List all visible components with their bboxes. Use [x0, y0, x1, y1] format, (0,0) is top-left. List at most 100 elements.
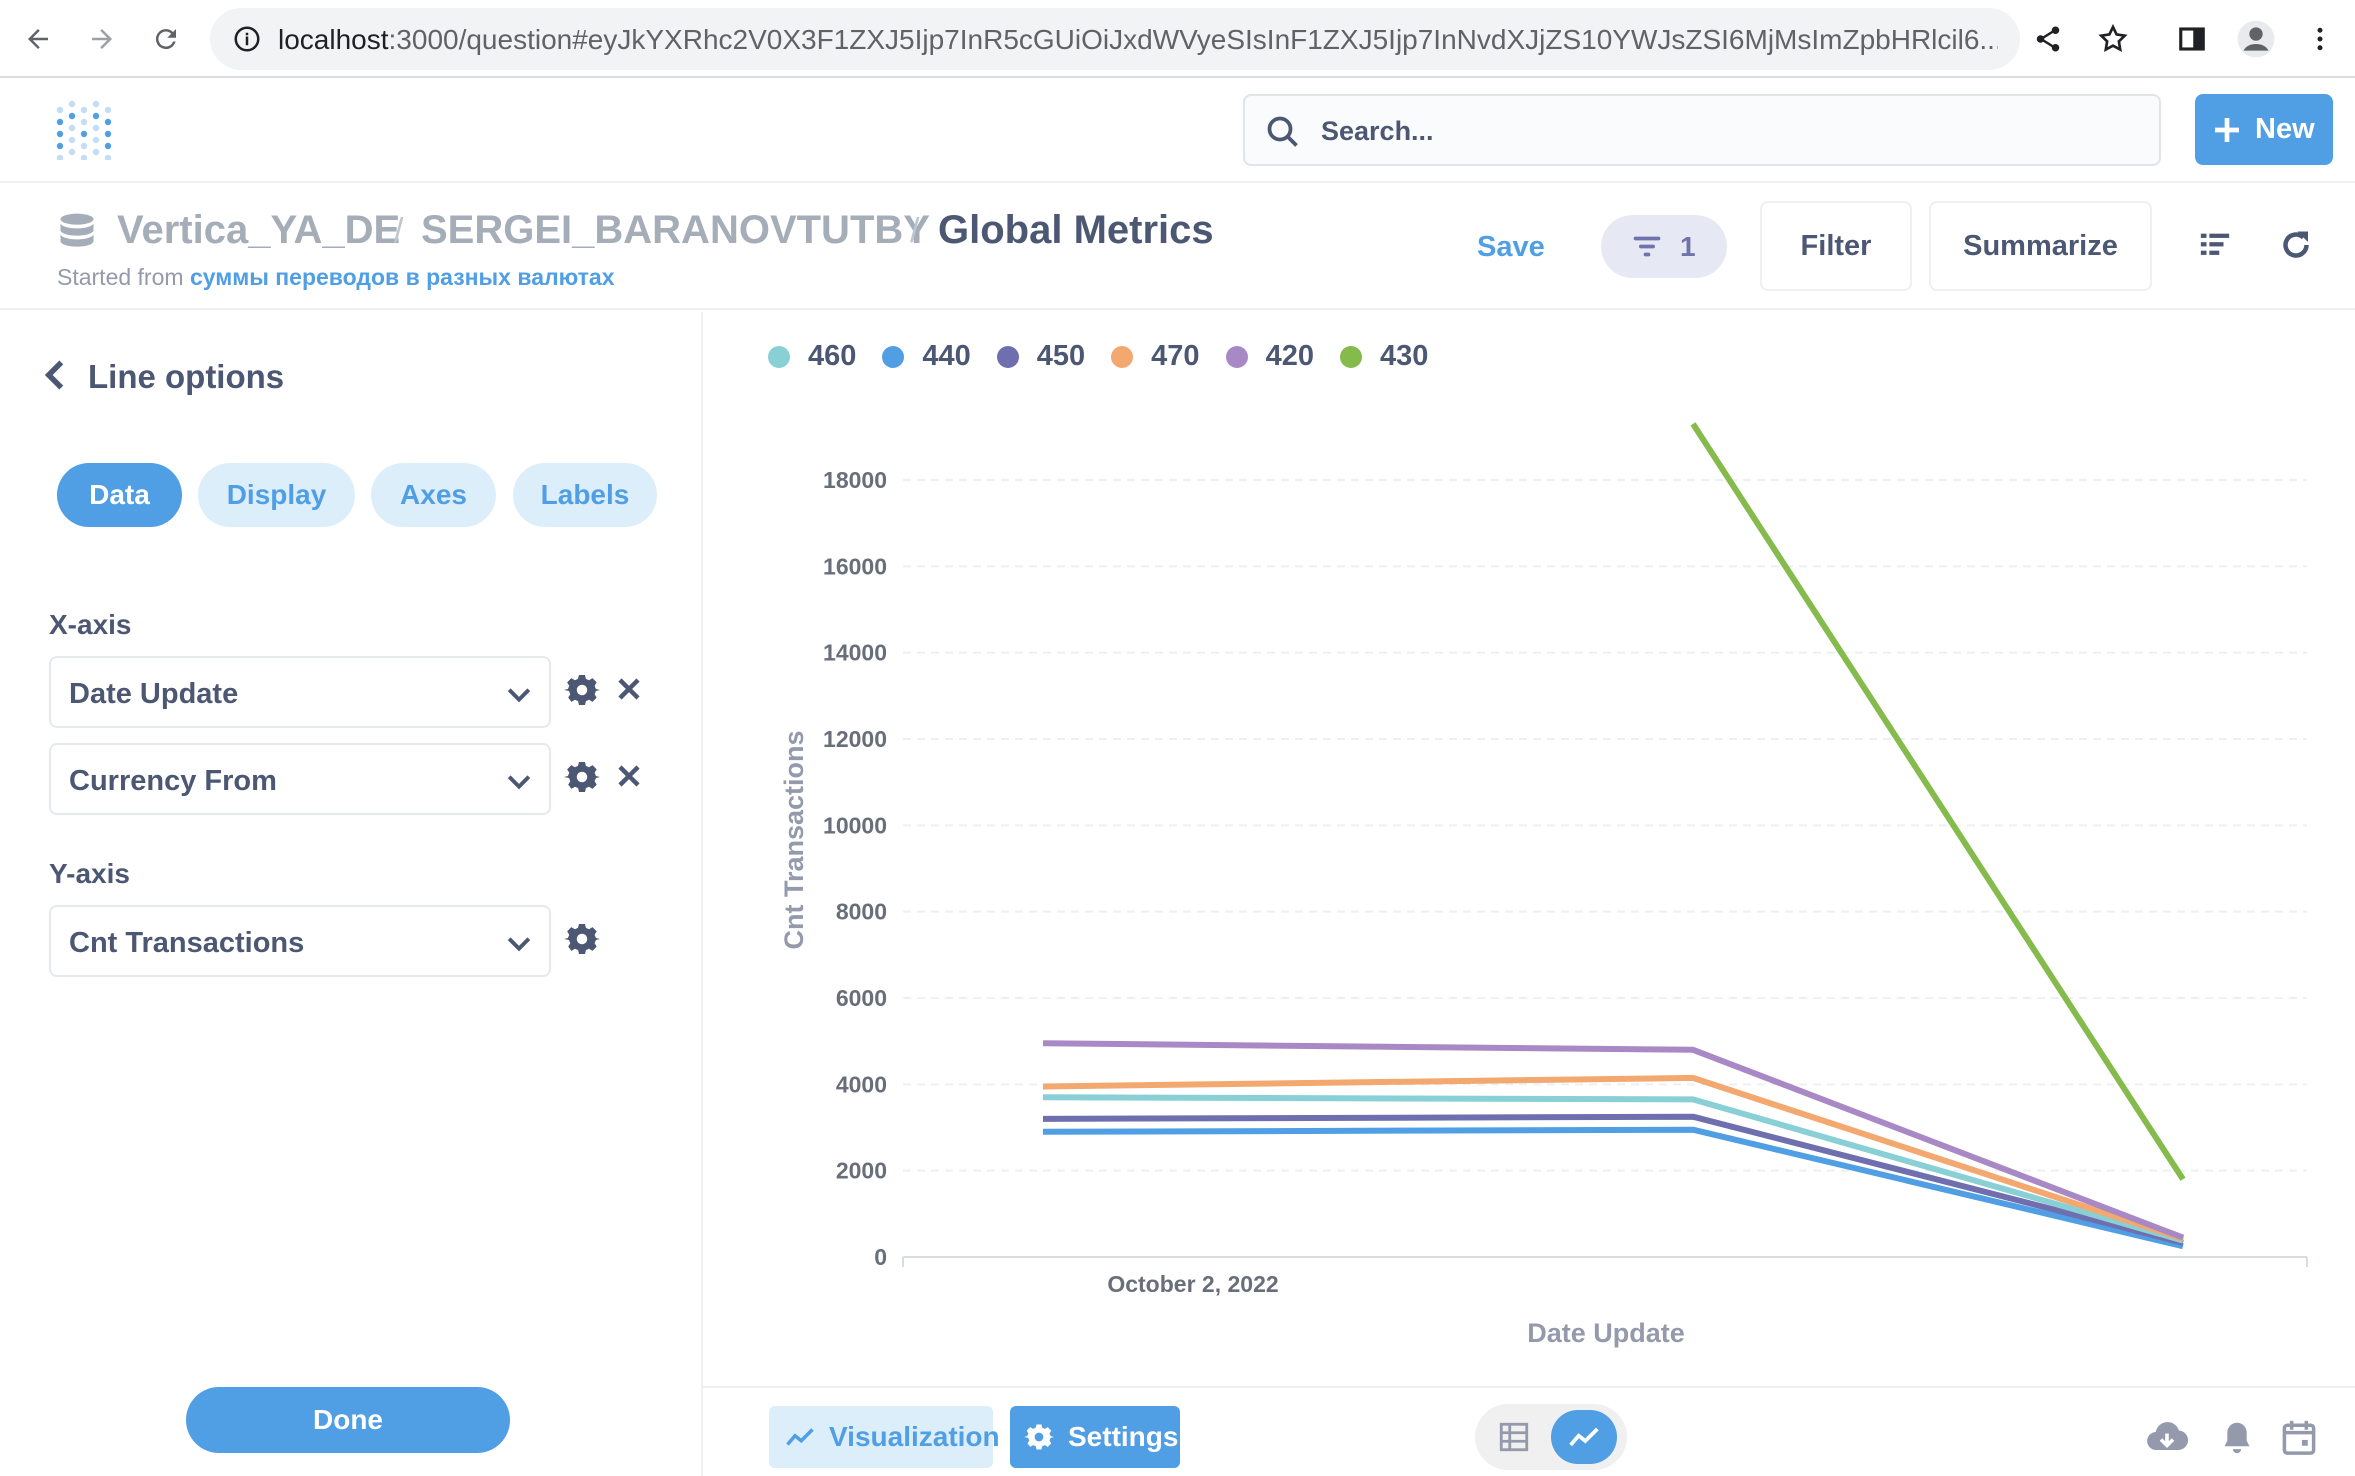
x-axis-field-value: Currency From — [69, 765, 277, 797]
legend-dot — [1225, 345, 1248, 368]
chart-series-lines — [1042, 422, 2186, 1250]
breadcrumb-separator: / — [394, 212, 404, 250]
browser-toolbar: localhost:3000/question#eyJkYXRhc2V0X3F1… — [0, 0, 2355, 78]
legend-label: 420 — [1265, 340, 1314, 372]
side-panel-icon[interactable] — [2170, 17, 2214, 61]
plus-icon — [2211, 114, 2243, 154]
filter-count: 1 — [1680, 231, 1696, 262]
browser-menu-icon[interactable] — [2298, 17, 2342, 61]
legend-label: 460 — [808, 340, 857, 372]
new-button-label: New — [2255, 113, 2315, 145]
x-axis-title: Date Update — [1527, 1318, 1685, 1348]
started-from-text: Started from суммы переводов в разных ва… — [57, 264, 615, 290]
breadcrumb-separator: / — [910, 212, 920, 250]
summarize-button[interactable]: Summarize — [1929, 201, 2152, 291]
download-icon[interactable] — [2146, 1420, 2189, 1461]
y-axis-field-value: Cnt Transactions — [69, 927, 305, 959]
gear-icon[interactable] — [564, 672, 604, 712]
page-title[interactable]: Global Metrics — [938, 208, 1214, 253]
legend-item[interactable]: 460 — [768, 340, 856, 373]
view-toggle — [1475, 1404, 1627, 1470]
y-tick-label: 4000 — [836, 1071, 887, 1097]
y-tick-label: 0 — [874, 1244, 887, 1270]
bookmark-star-icon[interactable] — [2091, 17, 2135, 61]
legend-item[interactable]: 420 — [1225, 340, 1314, 373]
breadcrumb-schema[interactable]: SERGEI_BARANOVTUTBY — [421, 208, 930, 253]
chevron-down-icon — [505, 767, 533, 800]
y-axis-field-select[interactable]: Cnt Transactions — [49, 905, 551, 977]
x-axis-field-select[interactable]: Date Update — [49, 656, 551, 728]
legend-item[interactable]: 440 — [882, 340, 971, 373]
search-icon — [1265, 114, 1301, 155]
database-icon — [55, 210, 99, 254]
back-arrow-icon[interactable] — [16, 17, 60, 61]
y-tick-label: 18000 — [823, 467, 887, 493]
gear-icon — [1024, 1422, 1054, 1452]
gear-icon[interactable] — [564, 921, 604, 961]
x-axis-field-select[interactable]: Currency From — [49, 743, 551, 815]
tab-display[interactable]: Display — [198, 463, 355, 527]
done-button[interactable]: Done — [186, 1387, 510, 1453]
y-tick-label: 12000 — [823, 726, 887, 752]
address-bar[interactable]: localhost:3000/question#eyJkYXRhc2V0X3F1… — [210, 8, 2020, 70]
x-axis-label: X-axis — [49, 609, 132, 640]
y-axis-ticks: 0 2000 4000 6000 8000 10000 12000 14000 16000 180… — [823, 467, 887, 1270]
series-line-430[interactable] — [1690, 422, 2186, 1181]
reload-icon[interactable] — [144, 17, 188, 61]
query-builder-toggle-icon[interactable] — [2198, 228, 2232, 267]
url-text: localhost:3000/question#eyJkYXRhc2V0X3F1… — [278, 24, 1998, 55]
line-chart: 0 2000 4000 6000 8000 10000 12000 14000 16000 180… — [779, 422, 2308, 1348]
legend-label: 450 — [1036, 340, 1086, 372]
refresh-icon[interactable] — [2278, 227, 2314, 268]
breadcrumb-database[interactable]: Vertica_YA_DE — [117, 208, 400, 253]
y-tick-label: 16000 — [823, 553, 887, 579]
legend-label: 440 — [922, 340, 971, 372]
gear-icon[interactable] — [564, 759, 604, 799]
search-placeholder: Search... — [1321, 116, 1434, 146]
sidebar-title: Line options — [88, 358, 285, 395]
y-axis-label: Y-axis — [49, 858, 130, 889]
tab-labels[interactable]: Labels — [513, 463, 657, 527]
legend-item[interactable]: 450 — [996, 340, 1086, 373]
active-filters-pill[interactable]: 1 — [1601, 215, 1727, 278]
settings-button[interactable]: Settings — [1010, 1406, 1180, 1468]
series-line-440[interactable] — [1042, 1126, 2184, 1250]
close-icon[interactable] — [614, 674, 654, 714]
chevron-left-icon — [44, 359, 66, 396]
line-chart-icon — [785, 1425, 815, 1449]
legend-dot — [1111, 345, 1134, 368]
legend-label: 430 — [1379, 340, 1429, 372]
close-icon[interactable] — [614, 761, 654, 801]
source-question-link[interactable]: суммы переводов в разных валютах — [190, 264, 615, 290]
visualization-button[interactable]: Visualization — [769, 1406, 1000, 1468]
calendar-icon[interactable] — [2281, 1418, 2317, 1461]
table-view-icon[interactable] — [1497, 1420, 1531, 1459]
visualization-label: Visualization — [829, 1421, 1000, 1452]
share-icon[interactable] — [2026, 17, 2070, 61]
legend-dot — [1339, 345, 1362, 368]
legend-item[interactable]: 430 — [1339, 340, 1429, 373]
x-tick-label: October 2, 2022 — [1107, 1271, 1278, 1297]
save-button[interactable]: Save — [1477, 231, 1545, 264]
line-options-back[interactable]: Line options — [44, 358, 284, 396]
legend-item[interactable]: 470 — [1111, 340, 1200, 373]
chevron-down-icon — [505, 929, 533, 962]
settings-label: Settings — [1068, 1421, 1179, 1452]
y-tick-label: 2000 — [836, 1158, 887, 1184]
y-axis-title: Cnt Transactions — [779, 730, 809, 949]
metabase-logo[interactable] — [52, 100, 112, 162]
tab-data[interactable]: Data — [57, 463, 182, 527]
legend-dot — [768, 345, 790, 368]
forward-arrow-icon[interactable] — [80, 17, 124, 61]
chart-view-icon[interactable] — [1551, 1410, 1617, 1464]
search-input[interactable]: Search... — [1243, 94, 2161, 166]
legend-dot — [882, 345, 905, 368]
filter-button[interactable]: Filter — [1760, 201, 1912, 291]
profile-avatar-icon[interactable] — [2234, 17, 2278, 61]
y-tick-label: 10000 — [823, 812, 887, 838]
bell-icon[interactable] — [2220, 1420, 2254, 1461]
chevron-down-icon — [505, 680, 533, 713]
new-button[interactable]: New — [2195, 94, 2333, 165]
tab-axes[interactable]: Axes — [371, 463, 496, 527]
site-info-icon[interactable] — [232, 24, 262, 59]
